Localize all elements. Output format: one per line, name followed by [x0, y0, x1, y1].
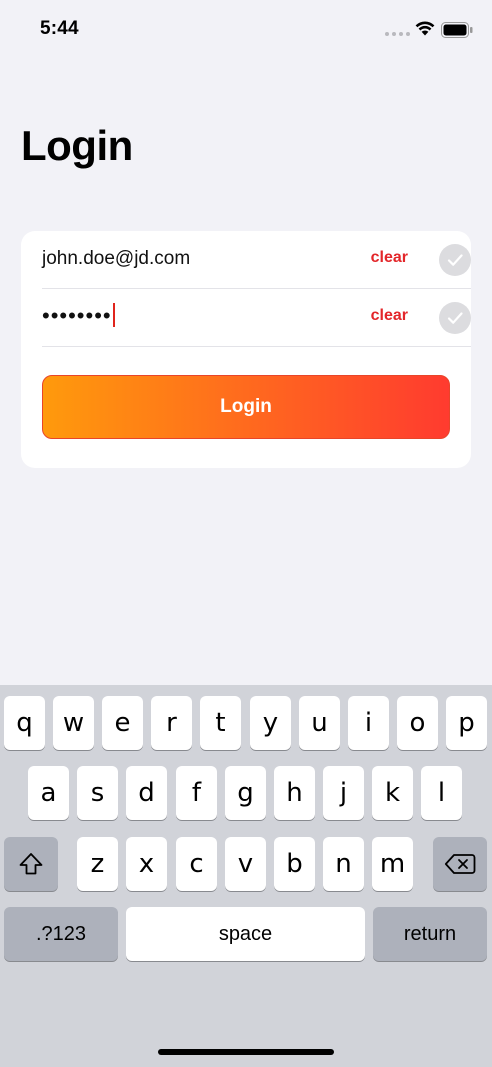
login-button[interactable]: Login — [42, 375, 450, 439]
password-value: •••••••• — [42, 303, 112, 328]
key-t[interactable]: t — [200, 696, 241, 750]
key-m[interactable]: m — [372, 837, 413, 891]
password-field-row: •••••••• clear — [42, 289, 471, 347]
key-r[interactable]: r — [151, 696, 192, 750]
key-c[interactable]: c — [176, 837, 217, 891]
login-card: john.doe@jd.com clear •••••••• clear Log… — [21, 231, 471, 468]
return-key[interactable]: return — [373, 907, 487, 961]
email-field-row: john.doe@jd.com clear — [42, 231, 471, 289]
shift-icon — [19, 853, 43, 875]
home-indicator[interactable] — [158, 1049, 334, 1055]
key-b[interactable]: b — [274, 837, 315, 891]
key-v[interactable]: v — [225, 837, 266, 891]
key-a[interactable]: a — [28, 766, 69, 820]
key-q[interactable]: q — [4, 696, 45, 750]
key-g[interactable]: g — [225, 766, 266, 820]
password-clear-button[interactable]: clear — [371, 307, 408, 325]
key-i[interactable]: i — [348, 696, 389, 750]
key-j[interactable]: j — [323, 766, 364, 820]
key-w[interactable]: w — [53, 696, 94, 750]
key-p[interactable]: p — [446, 696, 487, 750]
numbers-key[interactable]: .?123 — [4, 907, 118, 961]
key-l[interactable]: l — [421, 766, 462, 820]
key-n[interactable]: n — [323, 837, 364, 891]
login-screen: 5:44 Login john.doe@jd.com clear •••••••… — [0, 0, 492, 1067]
battery-icon — [441, 22, 473, 38]
key-d[interactable]: d — [126, 766, 167, 820]
key-s[interactable]: s — [77, 766, 118, 820]
key-o[interactable]: o — [397, 696, 438, 750]
delete-icon — [444, 854, 476, 874]
key-h[interactable]: h — [274, 766, 315, 820]
page-title: Login — [21, 122, 133, 169]
email-clear-button[interactable]: clear — [371, 249, 408, 267]
key-u[interactable]: u — [299, 696, 340, 750]
text-cursor — [112, 303, 115, 327]
password-field[interactable]: •••••••• — [42, 303, 115, 329]
keyboard: q w e r t y u i o p a s d f g h j k l z … — [0, 685, 492, 1067]
space-key[interactable]: space — [126, 907, 365, 961]
password-check-icon — [439, 302, 471, 334]
key-x[interactable]: x — [126, 837, 167, 891]
key-z[interactable]: z — [77, 837, 118, 891]
key-e[interactable]: e — [102, 696, 143, 750]
key-k[interactable]: k — [372, 766, 413, 820]
shift-key[interactable] — [4, 837, 58, 891]
wifi-icon — [415, 21, 435, 36]
key-f[interactable]: f — [176, 766, 217, 820]
status-bar: 5:44 — [0, 0, 492, 60]
status-time: 5:44 — [40, 18, 79, 39]
email-field[interactable]: john.doe@jd.com — [42, 248, 190, 270]
key-y[interactable]: y — [250, 696, 291, 750]
cellular-signal-icon — [385, 32, 410, 36]
delete-key[interactable] — [433, 837, 487, 891]
email-check-icon — [439, 244, 471, 276]
